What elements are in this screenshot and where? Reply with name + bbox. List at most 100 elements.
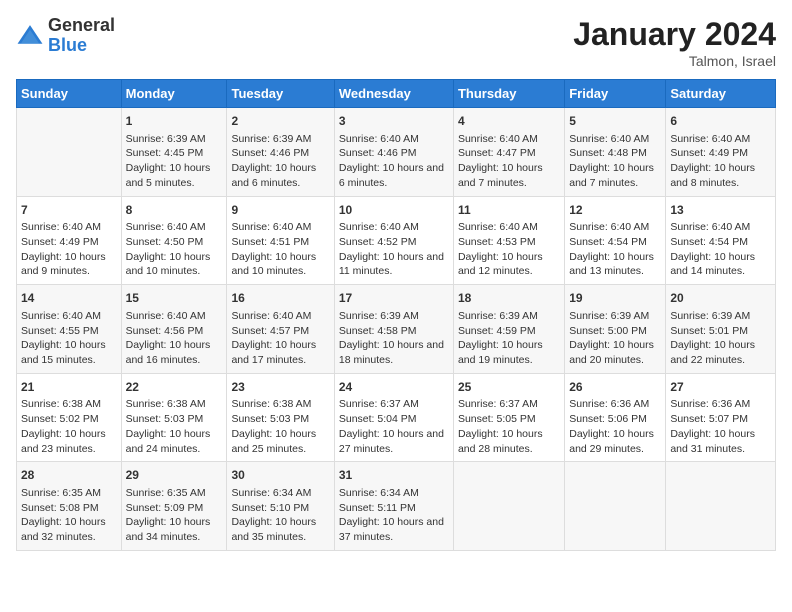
calendar-week-5: 28Sunrise: 6:35 AMSunset: 5:08 PMDayligh… <box>17 462 776 551</box>
cell-content: Sunrise: 6:39 AMSunset: 5:00 PMDaylight:… <box>569 309 661 368</box>
day-number: 1 <box>126 113 223 130</box>
cell-content: Sunrise: 6:40 AMSunset: 4:52 PMDaylight:… <box>339 220 449 279</box>
col-monday: Monday <box>121 80 227 108</box>
calendar-week-2: 7Sunrise: 6:40 AMSunset: 4:49 PMDaylight… <box>17 196 776 285</box>
calendar-body: 1 Sunrise: 6:39 AMSunset: 4:45 PMDaylight… <box>17 108 776 551</box>
calendar-cell: 1 Sunrise: 6:39 AMSunset: 4:45 PMDaylight… <box>121 108 227 197</box>
cell-content: Sunrise: 6:34 AMSunset: 5:11 PMDaylight:… <box>339 486 449 545</box>
logo-text: General Blue <box>48 16 115 56</box>
calendar-cell: 12Sunrise: 6:40 AMSunset: 4:54 PMDayligh… <box>565 196 666 285</box>
calendar-cell: 28Sunrise: 6:35 AMSunset: 5:08 PMDayligh… <box>17 462 122 551</box>
calendar-cell: 19 Sunrise: 6:39 AMSunset: 5:00 PMDayligh… <box>565 285 666 374</box>
logo-general: General <box>48 16 115 36</box>
calendar-header: Sunday Monday Tuesday Wednesday Thursday… <box>17 80 776 108</box>
day-number: 27 <box>670 379 771 396</box>
day-number: 24 <box>339 379 449 396</box>
calendar-cell: 2 Sunrise: 6:39 AMSunset: 4:46 PMDaylight… <box>227 108 334 197</box>
cell-content: Sunrise: 6:40 AMSunset: 4:53 PMDaylight:… <box>458 220 560 279</box>
day-number: 5 <box>569 113 661 130</box>
day-number: 14 <box>21 290 117 307</box>
day-number: 23 <box>231 379 329 396</box>
calendar-cell: 26Sunrise: 6:36 AMSunset: 5:06 PMDayligh… <box>565 373 666 462</box>
day-number: 26 <box>569 379 661 396</box>
calendar-cell: 25Sunrise: 6:37 AMSunset: 5:05 PMDayligh… <box>453 373 564 462</box>
day-number: 28 <box>21 467 117 484</box>
day-number: 15 <box>126 290 223 307</box>
calendar-cell: 18 Sunrise: 6:39 AMSunset: 4:59 PMDayligh… <box>453 285 564 374</box>
calendar-cell <box>666 462 776 551</box>
calendar-week-4: 21Sunrise: 6:38 AMSunset: 5:02 PMDayligh… <box>17 373 776 462</box>
cell-content: Sunrise: 6:39 AMSunset: 5:01 PMDaylight:… <box>670 309 771 368</box>
day-number: 9 <box>231 202 329 219</box>
day-number: 19 <box>569 290 661 307</box>
calendar-cell: 30 Sunrise: 6:34 AMSunset: 5:10 PMDayligh… <box>227 462 334 551</box>
cell-content: Sunrise: 6:39 AMSunset: 4:45 PMDaylight:… <box>126 132 223 191</box>
day-number: 3 <box>339 113 449 130</box>
cell-content: Sunrise: 6:39 AMSunset: 4:59 PMDaylight:… <box>458 309 560 368</box>
col-sunday: Sunday <box>17 80 122 108</box>
header-row: Sunday Monday Tuesday Wednesday Thursday… <box>17 80 776 108</box>
cell-content: Sunrise: 6:34 AMSunset: 5:10 PMDaylight:… <box>231 486 329 545</box>
day-number: 18 <box>458 290 560 307</box>
cell-content: Sunrise: 6:35 AMSunset: 5:09 PMDaylight:… <box>126 486 223 545</box>
day-number: 30 <box>231 467 329 484</box>
cell-content: Sunrise: 6:40 AMSunset: 4:47 PMDaylight:… <box>458 132 560 191</box>
day-number: 12 <box>569 202 661 219</box>
calendar-cell: 9Sunrise: 6:40 AMSunset: 4:51 PMDaylight… <box>227 196 334 285</box>
calendar-cell: 8Sunrise: 6:40 AMSunset: 4:50 PMDaylight… <box>121 196 227 285</box>
cell-content: Sunrise: 6:40 AMSunset: 4:48 PMDaylight:… <box>569 132 661 191</box>
col-saturday: Saturday <box>666 80 776 108</box>
day-number: 31 <box>339 467 449 484</box>
calendar-table: Sunday Monday Tuesday Wednesday Thursday… <box>16 79 776 551</box>
cell-content: Sunrise: 6:38 AMSunset: 5:03 PMDaylight:… <box>231 397 329 456</box>
logo-blue: Blue <box>48 36 115 56</box>
day-number: 16 <box>231 290 329 307</box>
calendar-cell <box>565 462 666 551</box>
cell-content: Sunrise: 6:40 AMSunset: 4:50 PMDaylight:… <box>126 220 223 279</box>
cell-content: Sunrise: 6:37 AMSunset: 5:05 PMDaylight:… <box>458 397 560 456</box>
day-number: 10 <box>339 202 449 219</box>
cell-content: Sunrise: 6:40 AMSunset: 4:57 PMDaylight:… <box>231 309 329 368</box>
calendar-week-1: 1 Sunrise: 6:39 AMSunset: 4:45 PMDaylight… <box>17 108 776 197</box>
calendar-cell: 17Sunrise: 6:39 AMSunset: 4:58 PMDayligh… <box>334 285 453 374</box>
cell-content: Sunrise: 6:40 AMSunset: 4:54 PMDaylight:… <box>569 220 661 279</box>
calendar-cell: 20 Sunrise: 6:39 AMSunset: 5:01 PMDayligh… <box>666 285 776 374</box>
calendar-week-3: 14Sunrise: 6:40 AMSunset: 4:55 PMDayligh… <box>17 285 776 374</box>
calendar-cell: 14Sunrise: 6:40 AMSunset: 4:55 PMDayligh… <box>17 285 122 374</box>
calendar-cell: 29 Sunrise: 6:35 AMSunset: 5:09 PMDayligh… <box>121 462 227 551</box>
calendar-cell <box>453 462 564 551</box>
cell-content: Sunrise: 6:40 AMSunset: 4:46 PMDaylight:… <box>339 132 449 191</box>
calendar-cell: 13Sunrise: 6:40 AMSunset: 4:54 PMDayligh… <box>666 196 776 285</box>
calendar-cell: 11Sunrise: 6:40 AMSunset: 4:53 PMDayligh… <box>453 196 564 285</box>
logo-icon <box>16 22 44 50</box>
col-friday: Friday <box>565 80 666 108</box>
day-number: 20 <box>670 290 771 307</box>
calendar-cell: 10Sunrise: 6:40 AMSunset: 4:52 PMDayligh… <box>334 196 453 285</box>
calendar-cell: 7Sunrise: 6:40 AMSunset: 4:49 PMDaylight… <box>17 196 122 285</box>
cell-content: Sunrise: 6:40 AMSunset: 4:49 PMDaylight:… <box>21 220 117 279</box>
calendar-cell: 31 Sunrise: 6:34 AMSunset: 5:11 PMDayligh… <box>334 462 453 551</box>
day-number: 21 <box>21 379 117 396</box>
day-number: 2 <box>231 113 329 130</box>
day-number: 11 <box>458 202 560 219</box>
cell-content: Sunrise: 6:40 AMSunset: 4:56 PMDaylight:… <box>126 309 223 368</box>
day-number: 17 <box>339 290 449 307</box>
day-number: 8 <box>126 202 223 219</box>
cell-content: Sunrise: 6:36 AMSunset: 5:07 PMDaylight:… <box>670 397 771 456</box>
day-number: 13 <box>670 202 771 219</box>
day-number: 29 <box>126 467 223 484</box>
calendar-cell <box>17 108 122 197</box>
calendar-cell: 27Sunrise: 6:36 AMSunset: 5:07 PMDayligh… <box>666 373 776 462</box>
logo: General Blue <box>16 16 115 56</box>
day-number: 25 <box>458 379 560 396</box>
calendar-cell: 24Sunrise: 6:37 AMSunset: 5:04 PMDayligh… <box>334 373 453 462</box>
calendar-cell: 23Sunrise: 6:38 AMSunset: 5:03 PMDayligh… <box>227 373 334 462</box>
calendar-cell: 4Sunrise: 6:40 AMSunset: 4:47 PMDaylight… <box>453 108 564 197</box>
cell-content: Sunrise: 6:38 AMSunset: 5:02 PMDaylight:… <box>21 397 117 456</box>
calendar-cell: 15 Sunrise: 6:40 AMSunset: 4:56 PMDayligh… <box>121 285 227 374</box>
page-header: General Blue January 2024 Talmon, Israel <box>16 16 776 69</box>
calendar-cell: 16 Sunrise: 6:40 AMSunset: 4:57 PMDayligh… <box>227 285 334 374</box>
cell-content: Sunrise: 6:39 AMSunset: 4:46 PMDaylight:… <box>231 132 329 191</box>
col-tuesday: Tuesday <box>227 80 334 108</box>
day-number: 7 <box>21 202 117 219</box>
